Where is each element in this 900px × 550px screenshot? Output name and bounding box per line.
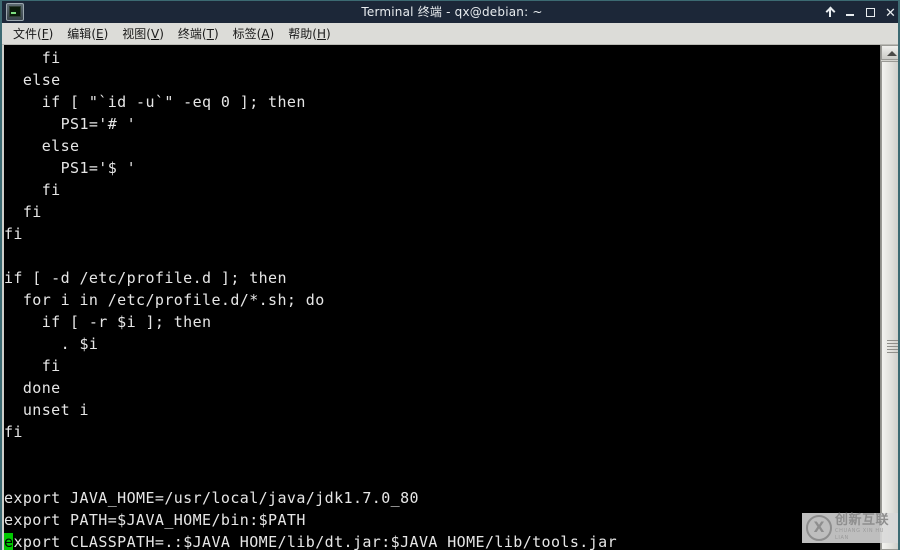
terminal-line: fi <box>4 49 61 67</box>
menu-item-edit[interactable]: 编辑(E) <box>60 25 115 43</box>
terminal-line: else <box>4 71 61 89</box>
menu-bar: 文件(F) 编辑(E) 视图(V) 终端(T) 标签(A) 帮助(H) <box>2 23 898 45</box>
title-bar[interactable]: Terminal 终端 - qx@debian: ~ ✕ <box>2 1 898 23</box>
menu-label-terminal: 终端 <box>177 26 202 41</box>
shade-button[interactable] <box>825 7 836 18</box>
terminal-line: PS1='# ' <box>4 115 137 133</box>
terminal-line: done <box>4 379 61 397</box>
menu-item-tabs[interactable]: 标签(A) <box>226 25 282 43</box>
maximize-button[interactable] <box>865 7 876 18</box>
menu-label-help: 帮助 <box>288 26 313 41</box>
menu-mnemonic-tabs: A <box>261 26 270 41</box>
menu-label-file: 文件 <box>13 26 38 41</box>
terminal-line: if [ -d /etc/profile.d ]; then <box>4 269 287 287</box>
close-icon[interactable]: ✕ <box>885 7 896 20</box>
terminal-line: if [ "`id -u`" -eq 0 ]; then <box>4 93 306 111</box>
terminal-line: export JAVA_HOME=/usr/local/java/jdk1.7.… <box>4 489 419 507</box>
menu-mnemonic-view: V <box>150 26 160 41</box>
terminal-line: if [ -r $i ]; then <box>4 313 212 331</box>
menu-label-tabs: 标签 <box>232 26 257 41</box>
menu-item-terminal[interactable]: 终端(T) <box>171 25 226 43</box>
terminal-line: PS1='$ ' <box>4 159 137 177</box>
menu-label-edit: 编辑 <box>67 26 92 41</box>
terminal-line: fi <box>4 357 61 375</box>
menu-label-view: 视图 <box>122 26 147 41</box>
terminal-line: fi <box>4 203 42 221</box>
window-title: Terminal 终端 - qx@debian: ~ <box>361 5 543 19</box>
terminal-line: for i in /etc/profile.d/*.sh; do <box>4 291 325 309</box>
terminal-line: else <box>4 137 80 155</box>
menu-mnemonic-help: H <box>316 26 326 41</box>
terminal-line-cursor: export CLASSPATH=.:$JAVA_HOME/lib/dt.jar… <box>4 531 878 550</box>
terminal-line: fi <box>4 423 23 441</box>
terminal-line: export PATH=$JAVA_HOME/bin:$PATH <box>4 511 306 529</box>
menu-item-file[interactable]: 文件(F) <box>6 25 60 43</box>
scroll-up-arrow-icon[interactable] <box>881 45 898 60</box>
menu-mnemonic-file: F <box>41 26 49 41</box>
terminal-line: . $i <box>4 335 99 353</box>
menu-item-view[interactable]: 视图(V) <box>115 25 171 43</box>
scroll-thumb[interactable] <box>881 61 898 550</box>
menu-item-help[interactable]: 帮助(H) <box>281 25 337 43</box>
terminal-icon <box>6 3 24 21</box>
terminal-line: fi <box>4 181 61 199</box>
terminal-line: unset i <box>4 401 89 419</box>
terminal-screen[interactable]: fi else if [ "`id -u`" -eq 0 ]; then PS1… <box>4 45 878 550</box>
menu-mnemonic-edit: E <box>96 26 104 41</box>
menu-mnemonic-terminal: T <box>206 26 214 41</box>
terminal-scrollbar[interactable] <box>880 45 898 550</box>
terminal-area: fi else if [ "`id -u`" -eq 0 ]; then PS1… <box>2 45 898 550</box>
minimize-button[interactable] <box>845 7 856 18</box>
window-controls: ✕ <box>825 1 896 23</box>
terminal-line: fi <box>4 225 23 243</box>
scroll-thumb-grip <box>887 340 898 353</box>
terminal-window: Terminal 终端 - qx@debian: ~ ✕ 文件(F) 编辑(E)… <box>0 0 900 550</box>
terminal-line-text: xport CLASSPATH=.:$JAVA_HOME/lib/dt.jar:… <box>13 533 618 550</box>
